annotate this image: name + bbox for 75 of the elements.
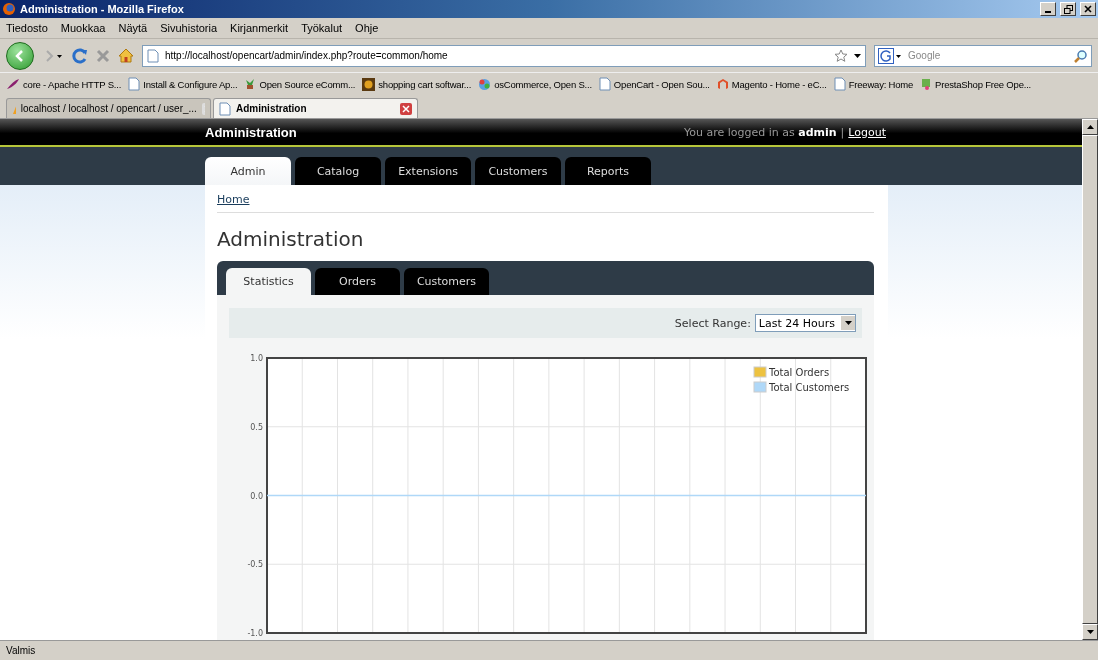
page-icon [128,77,141,91]
bookmark-link[interactable]: Magento - Home - eC... [716,77,827,91]
page-heading: Administration [217,227,365,251]
browser-tab[interactable]: localhost / localhost / opencart / user_... [6,98,211,118]
logout-link[interactable]: Logout [848,125,886,139]
back-button[interactable] [6,41,34,70]
menu-item[interactable]: Muokkaa [60,22,106,34]
star-icon [834,48,848,63]
address-field[interactable]: http://localhost/opencart/admin/index.php?route=common/home [142,44,866,67]
home-icon [118,48,134,63]
menu-item[interactable]: Tiedosto [6,22,48,34]
scrollbar[interactable] [1082,119,1098,640]
page-icon [598,77,611,91]
login-status: You are logged in as admin [684,125,837,139]
browser-logo-icon [2,2,16,16]
range-label: Select Range: [674,316,751,330]
square-logo-icon [362,77,376,91]
bookmark-link[interactable]: OpenCart - Open Sou... [598,77,710,91]
close-button[interactable] [1080,2,1096,16]
menu-item[interactable]: Työkalut [301,22,343,34]
menu-item[interactable]: Näytä [118,22,148,34]
nav-tab[interactable]: Customers [475,157,561,185]
bookmark-link[interactable]: Open Source eComm... [244,78,356,90]
nav-tab[interactable]: Reports [565,157,651,185]
browser-tab[interactable]: Administration [213,98,418,118]
range-select[interactable]: Last 24 Hours [754,314,856,332]
bookmark-link[interactable]: Install & Configure Ap... [128,77,238,91]
menu-item[interactable]: Ohje [355,22,379,34]
nav-tab[interactable]: Catalog [295,157,381,185]
axis-label: -1.0 [247,629,263,637]
site-title: Administration [205,124,298,140]
bookmark-link[interactable]: Freeway: Home [833,77,914,91]
bookmark-link[interactable]: shopping cart softwar... [362,77,472,91]
down-arrow-icon [1086,630,1094,634]
bookmark-link[interactable]: PrestaShop Free Ope... [920,77,1032,91]
legend-label: Total Customers [769,382,850,393]
bookmark-link[interactable]: core - Apache HTTP S... [6,78,122,90]
menu-item[interactable]: Sivuhistoria [160,22,218,34]
globe-icon [478,77,492,91]
legend-label: Total Orders [769,367,830,378]
axis-label: 1.0 [250,354,263,363]
section-tab[interactable]: Customers [404,268,489,295]
home-button[interactable] [118,48,134,63]
dropdown-caret-icon [854,53,861,58]
section-tab[interactable]: Statistics [226,268,311,295]
reload-icon [72,47,88,64]
page-icon [147,48,159,63]
search-icon [1074,48,1088,63]
bookmark-link[interactable]: osCommerce, Open S... [478,77,592,91]
restore-button[interactable] [1060,2,1076,16]
breadcrumb-link[interactable]: Home [217,185,874,213]
page-icon [833,77,846,91]
minimize-button[interactable] [1040,2,1056,16]
window-title: Administration - Mozilla Firefox [20,3,185,15]
restore-icon [1063,4,1073,14]
axis-label: 0.5 [250,422,263,432]
close-icon [1084,5,1092,13]
menu-item[interactable]: Kirjanmerkit [230,22,289,34]
hexagon-logo-icon [716,77,729,91]
flag-icon [920,77,933,91]
search-engine-icon [878,47,902,64]
page-icon [219,101,231,116]
up-arrow-icon [1086,125,1094,129]
dropdown-caret-icon [844,321,852,325]
axis-label: 0.0 [250,491,263,501]
section-tab[interactable]: Orders [315,268,400,295]
nav-tab[interactable]: Extensions [385,157,471,185]
feather-icon [6,78,20,90]
stop-icon [96,48,110,63]
reload-button[interactable] [72,47,88,64]
separator: | [840,125,845,139]
nav-tab[interactable]: Admin [205,157,291,185]
search-box[interactable]: Google [874,44,1092,67]
status-text: Valmis [6,645,36,656]
axis-label: -0.5 [247,560,263,570]
